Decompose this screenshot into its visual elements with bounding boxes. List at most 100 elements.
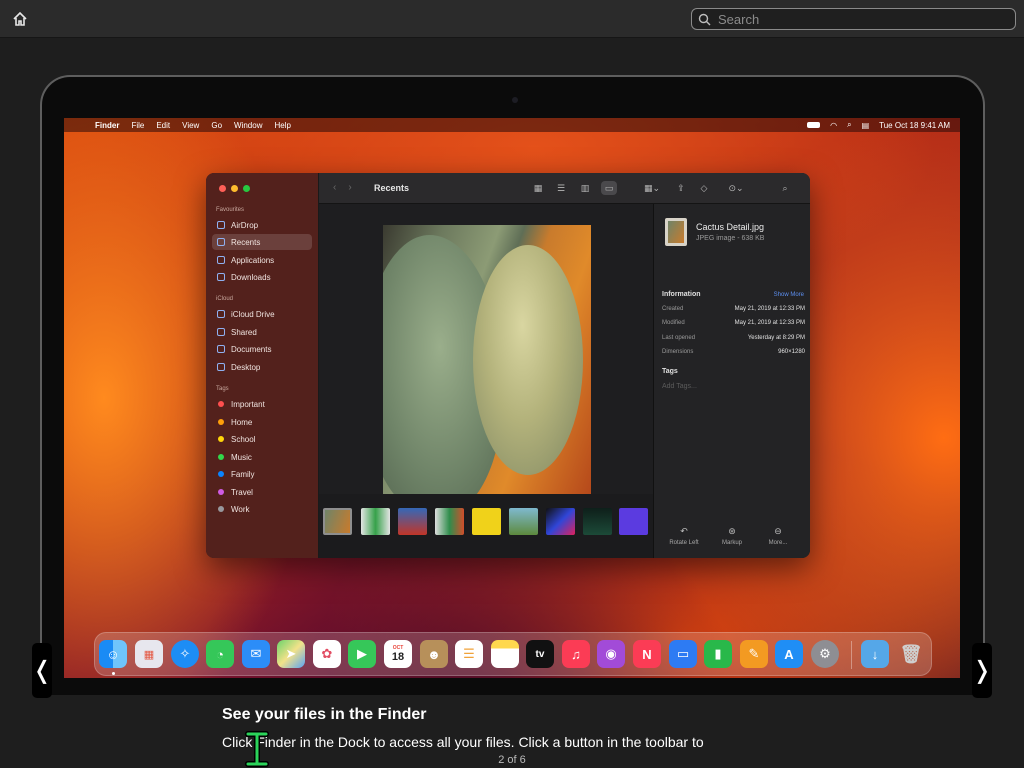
file-kind: JPEG image - 638 KB [696,235,765,242]
recents-icon [217,238,225,246]
thumbnail[interactable] [361,508,390,535]
markup-icon: ⊛ [728,526,736,536]
sidebar-item-desktop[interactable]: Desktop [212,359,312,375]
sidebar-section-icloud: iCloud [216,296,234,302]
safari-icon[interactable]: ✧ [171,640,199,668]
running-indicator [112,672,115,675]
sidebar-item-airdrop[interactable]: AirDrop [212,217,312,233]
action-button[interactable]: ⊙⌄ [724,181,748,195]
launchpad-icon[interactable]: ▦ [135,640,163,668]
thumbnail[interactable] [583,508,612,535]
downloads-folder-icon[interactable]: ↓ [861,640,889,668]
numbers-icon[interactable]: ▮ [704,640,732,668]
sidebar-tag-family[interactable]: Family [212,466,312,482]
add-tags-field[interactable]: Add Tags... [662,383,697,390]
menu-go[interactable]: Go [211,121,222,130]
back-forward-icon[interactable]: ‹› [333,182,364,193]
next-button[interactable]: ❭ [972,643,992,698]
menu-help[interactable]: Help [274,121,290,130]
photo-shape [473,245,583,475]
system-settings-icon[interactable]: ⚙ [811,640,839,668]
sidebar-item-downloads[interactable]: Downloads [212,269,312,285]
trash-icon[interactable]: 🗑 [897,640,925,668]
news-icon[interactable]: N [633,640,661,668]
menu-app-name[interactable]: Finder [95,121,119,130]
close-button[interactable] [219,185,226,192]
information-heading: Information [662,291,701,298]
show-more-link[interactable]: Show More [774,292,804,298]
mail-icon[interactable]: ✉ [242,640,270,668]
rotate-left-button[interactable]: ↶ Rotate Left [662,526,706,546]
menu-view[interactable]: View [182,121,199,130]
sidebar-tag-travel[interactable]: Travel [212,484,312,500]
facetime-icon[interactable]: ▶ [348,640,376,668]
calendar-icon[interactable]: OCT 18 [384,640,412,668]
sidebar-item-label: Downloads [231,272,271,282]
info-row-created: Created May 21, 2019 at 12:33 PM [662,306,805,316]
maps-icon[interactable]: ➤ [277,640,305,668]
list-view-button[interactable]: ☰ [553,181,569,195]
pages-icon[interactable]: ✎ [740,640,768,668]
sidebar-tag-school[interactable]: School [212,431,312,447]
thumbnail[interactable] [398,508,427,535]
battery-icon[interactable] [807,122,821,128]
menu-datetime[interactable]: Tue Oct 18 9:41 AM [879,121,950,130]
sidebar-tag-home[interactable]: Home [212,414,312,430]
wifi-icon[interactable]: ◠ [830,121,837,130]
finder-window: Favourites AirDrop Recents Applications … [206,173,810,558]
info-value: May 21, 2019 at 12:33 PM [734,306,805,312]
tag-button[interactable]: ◇ [696,181,712,195]
page-indicator: 2 of 6 [498,754,526,766]
thumbnail-selected[interactable] [323,508,352,535]
preview-pane: Cactus Detail.jpg JPEG image - 638 KB In… [653,204,810,558]
sidebar-item-recents[interactable]: Recents [212,234,312,250]
thumbnail[interactable] [619,508,648,535]
keynote-icon[interactable]: ▭ [669,640,697,668]
downloads-icon [217,273,225,281]
messages-icon[interactable]: ◔ [206,640,234,668]
thumbnail[interactable] [509,508,538,535]
menu-file[interactable]: File [131,121,144,130]
app-store-icon[interactable]: A [775,640,803,668]
search-input[interactable] [718,11,1008,27]
search-button[interactable]: ⌕ [777,181,793,195]
control-center-icon[interactable]: ▤ [862,121,870,130]
sidebar-tag-important[interactable]: Important [212,396,312,412]
sidebar-tag-music[interactable]: Music [212,449,312,465]
spotlight-icon[interactable]: ⌕ [847,120,851,130]
sidebar-item-documents[interactable]: Documents [212,341,312,357]
search-box[interactable] [691,8,1016,30]
photos-icon[interactable]: ✿ [313,640,341,668]
minimize-button[interactable] [231,185,238,192]
sidebar-item-applications[interactable]: Applications [212,252,312,268]
menu-window[interactable]: Window [234,121,262,130]
contacts-icon[interactable]: ☻ [420,640,448,668]
icon-view-button[interactable]: ▦ [530,181,546,195]
sidebar-tag-work[interactable]: Work [212,501,312,517]
thumbnail[interactable] [546,508,575,535]
gallery-view-button[interactable]: ▭ [601,181,617,195]
apple-tv-icon[interactable]: tv [526,640,554,668]
group-button[interactable]: ▦⌄ [641,181,663,195]
zoom-button[interactable] [243,185,250,192]
music-icon[interactable]: ♫ [562,640,590,668]
notes-icon[interactable] [491,640,519,668]
home-button[interactable] [10,9,30,29]
thumbnail[interactable] [435,508,464,535]
podcasts-icon[interactable]: ◉ [597,640,625,668]
markup-button[interactable]: ⊛ Markup [710,526,754,546]
thumbnail[interactable] [472,508,501,535]
cactus-photo[interactable] [383,225,591,503]
reminders-icon[interactable]: ☰ [455,640,483,668]
share-icon: ⇪ [677,182,685,193]
column-view-button[interactable]: ▥ [577,181,593,195]
previous-button[interactable]: ❬ [32,643,52,698]
camera [512,97,518,103]
sidebar-item-icloud-drive[interactable]: iCloud Drive [212,306,312,322]
more-button[interactable]: ⊖ More... [756,526,800,546]
dock-separator [851,641,852,669]
sidebar-item-shared[interactable]: Shared [212,324,312,340]
share-button[interactable]: ⇪ [673,181,689,195]
finder-app-icon[interactable]: ☺ [99,640,127,668]
menu-edit[interactable]: Edit [156,121,170,130]
